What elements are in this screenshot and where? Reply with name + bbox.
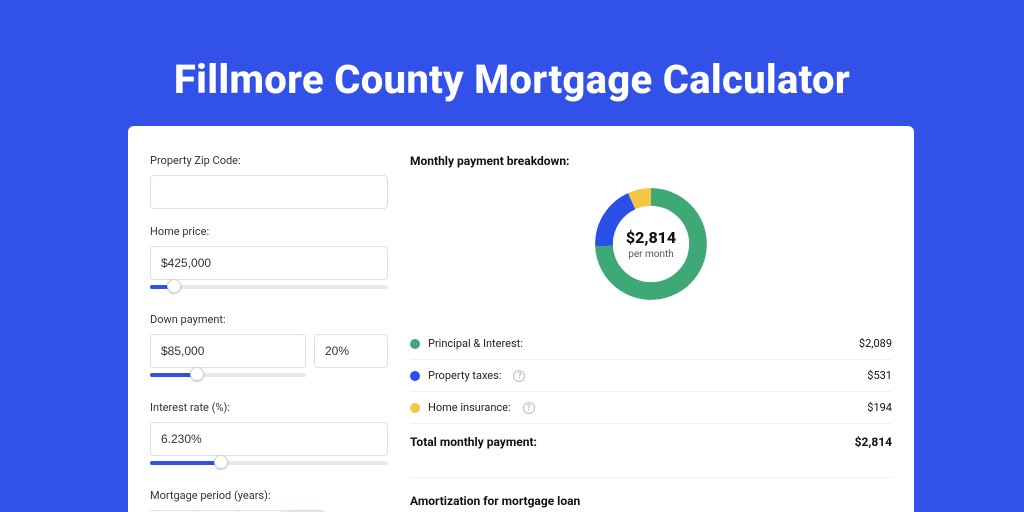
amortization-title: Amortization for mortgage loan [410, 494, 892, 508]
home-price-slider[interactable] [150, 279, 388, 297]
zip-label: Property Zip Code: [150, 154, 388, 167]
dot-icon [410, 371, 420, 381]
interest-label: Interest rate (%): [150, 401, 388, 414]
info-icon[interactable]: ? [523, 402, 535, 414]
legend-taxes-value: $531 [867, 369, 892, 382]
form-column: Property Zip Code: Home price: Down paym… [150, 154, 388, 512]
page-title: Fillmore County Mortgage Calculator [0, 56, 1024, 103]
home-price-input[interactable] [150, 246, 388, 280]
legend-taxes: Property taxes: ? $531 [410, 360, 892, 392]
legend-total: Total monthly payment: $2,814 [410, 424, 892, 461]
breakdown-column: Monthly payment breakdown: $2,814 per [410, 154, 892, 512]
amortization-section: Amortization for mortgage loan Amortizat… [410, 477, 892, 512]
down-payment-slider[interactable] [150, 367, 306, 385]
donut-chart: $2,814 per month [410, 182, 892, 306]
interest-input[interactable] [150, 422, 388, 456]
zip-section: Property Zip Code: [150, 154, 388, 209]
legend-insurance: Home insurance: ? $194 [410, 392, 892, 424]
down-payment-section: Down payment: [150, 313, 388, 385]
legend-total-value: $2,814 [855, 435, 892, 449]
period-label: Mortgage period (years): [150, 489, 388, 502]
dot-icon [410, 403, 420, 413]
down-payment-input[interactable] [150, 334, 306, 368]
period-section: Mortgage period (years): 10 15 20 30 [150, 489, 388, 512]
breakdown-title: Monthly payment breakdown: [410, 154, 892, 168]
legend-total-label: Total monthly payment: [410, 435, 537, 449]
home-price-section: Home price: [150, 225, 388, 297]
zip-input[interactable] [150, 175, 388, 209]
legend-principal-value: $2,089 [859, 337, 892, 350]
dot-icon [410, 339, 420, 349]
interest-section: Interest rate (%): [150, 401, 388, 473]
donut-amount: $2,814 [626, 228, 676, 247]
down-payment-pct-input[interactable] [314, 334, 388, 368]
interest-slider[interactable] [150, 455, 388, 473]
legend-principal: Principal & Interest: $2,089 [410, 328, 892, 360]
legend-taxes-label: Property taxes: [428, 369, 501, 382]
donut-sub: per month [628, 249, 674, 260]
legend-principal-label: Principal & Interest: [428, 337, 523, 350]
info-icon[interactable]: ? [513, 370, 525, 382]
home-price-label: Home price: [150, 225, 388, 238]
legend-insurance-label: Home insurance: [428, 401, 511, 414]
calculator-card: Property Zip Code: Home price: Down paym… [128, 126, 914, 512]
legend: Principal & Interest: $2,089 Property ta… [410, 328, 892, 461]
down-payment-label: Down payment: [150, 313, 388, 326]
legend-insurance-value: $194 [867, 401, 892, 414]
